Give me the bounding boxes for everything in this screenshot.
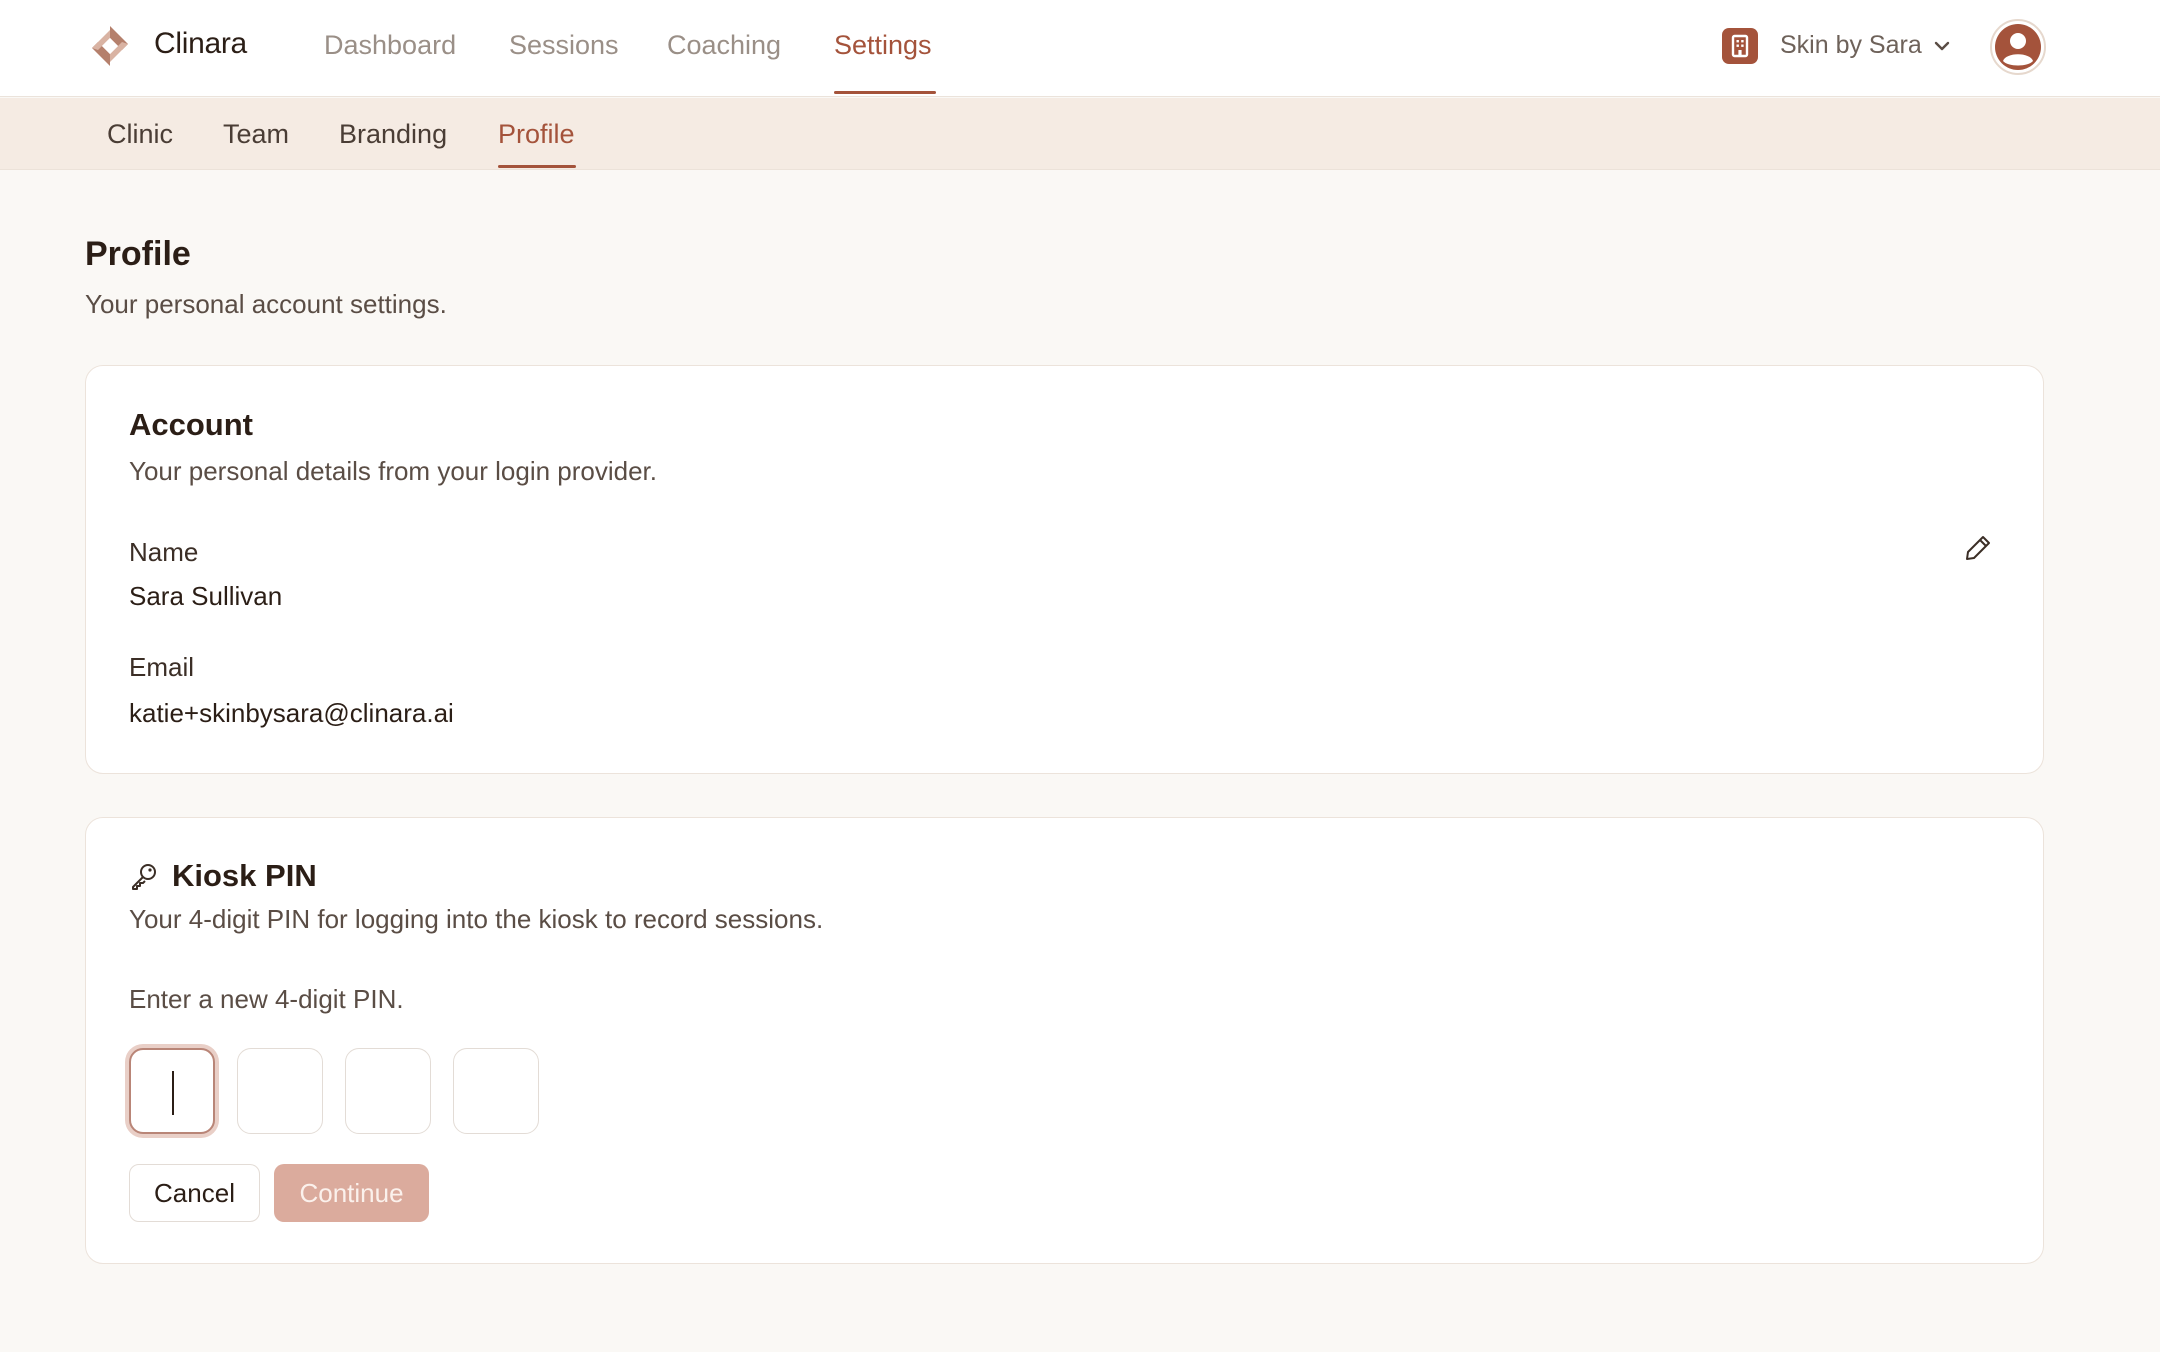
page-title: Profile [85,235,191,273]
name-label: Name [129,537,199,567]
kiosk-pin-card: Kiosk PIN Your 4-digit PIN for logging i… [85,817,2044,1264]
chevron-down-icon[interactable] [1932,36,1952,56]
top-navigation-bar: Clinara Dashboard Sessions Coaching Sett… [0,0,2160,97]
key-icon [132,864,156,890]
cancel-button[interactable]: Cancel [129,1164,260,1222]
tab-clinic[interactable]: Clinic [107,119,173,150]
kiosk-pin-description: Your 4-digit PIN for logging into the ki… [129,904,824,934]
user-avatar-button[interactable] [1990,19,2046,75]
nav-sessions[interactable]: Sessions [509,30,619,61]
pin-digit-4[interactable] [453,1048,539,1134]
tab-profile[interactable]: Profile [498,119,575,150]
text-caret [172,1071,174,1115]
pencil-icon[interactable] [1962,532,1994,564]
continue-button[interactable]: Continue [274,1164,429,1222]
pin-digit-2[interactable] [237,1048,323,1134]
settings-subnav: Clinic Team Branding Profile [0,98,2160,170]
subnav-active-indicator [498,165,576,168]
page-subtitle: Your personal account settings. [85,289,447,319]
nav-coaching[interactable]: Coaching [667,30,781,61]
brand-name: Clinara [154,27,247,60]
email-label: Email [129,652,195,682]
nav-settings[interactable]: Settings [834,30,932,61]
org-switcher-label[interactable]: Skin by Sara [1780,31,1922,60]
nav-active-indicator [834,91,936,94]
kiosk-pin-title: Kiosk PIN [172,858,317,893]
pin-digit-1[interactable] [129,1048,215,1134]
user-avatar-icon [1995,24,2041,70]
tab-branding[interactable]: Branding [339,119,447,150]
name-value: Sara Sullivan [129,581,283,611]
clinara-logo-icon[interactable] [88,24,132,68]
pin-digit-3[interactable] [345,1048,431,1134]
building-icon[interactable] [1722,28,1758,64]
account-card-description: Your personal details from your login pr… [129,456,657,486]
account-card: Account Your personal details from your … [85,365,2044,774]
tab-team[interactable]: Team [223,119,289,150]
pin-prompt: Enter a new 4-digit PIN. [129,984,404,1014]
account-card-title: Account [129,407,253,442]
email-value: katie+skinbysara@clinara.ai [129,698,454,728]
nav-dashboard[interactable]: Dashboard [324,30,456,61]
